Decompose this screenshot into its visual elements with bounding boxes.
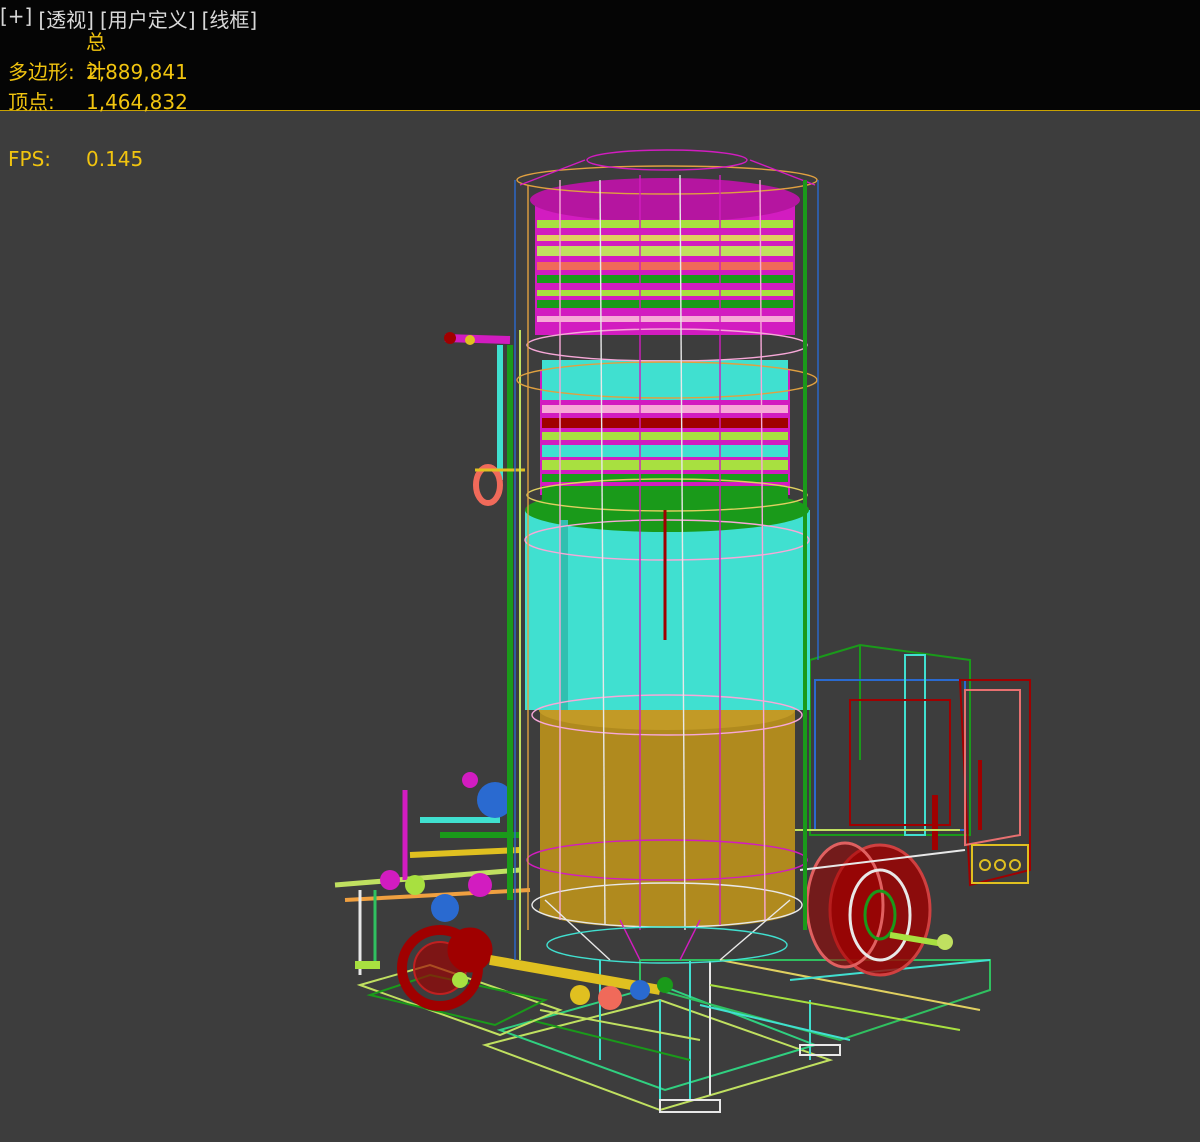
base-frame bbox=[481, 959, 991, 1113]
wireframe-shading-menu[interactable]: [线框] bbox=[202, 4, 258, 32]
polygons-value: 2,889,841 bbox=[86, 60, 188, 84]
fan-motor bbox=[799, 841, 966, 977]
viewport-label-menu: [+] [透视] [用户定义] [线框] bbox=[0, 4, 257, 32]
polygon-count-row: 多边形: 2,889,841 bbox=[8, 56, 188, 85]
polygons-label: 多边形: bbox=[8, 60, 75, 84]
riser-pipe bbox=[444, 330, 525, 960]
viewport-header: [+] [透视] [用户定义] [线框] 总计 多边形: 2,889,841 顶点… bbox=[0, 0, 1200, 114]
wireframe-model bbox=[334, 149, 1031, 1113]
user-defined-menu[interactable]: [用户定义] bbox=[100, 4, 196, 32]
viewport-plus-menu[interactable]: [+] bbox=[0, 4, 32, 32]
3d-viewport[interactable] bbox=[0, 111, 1200, 1142]
